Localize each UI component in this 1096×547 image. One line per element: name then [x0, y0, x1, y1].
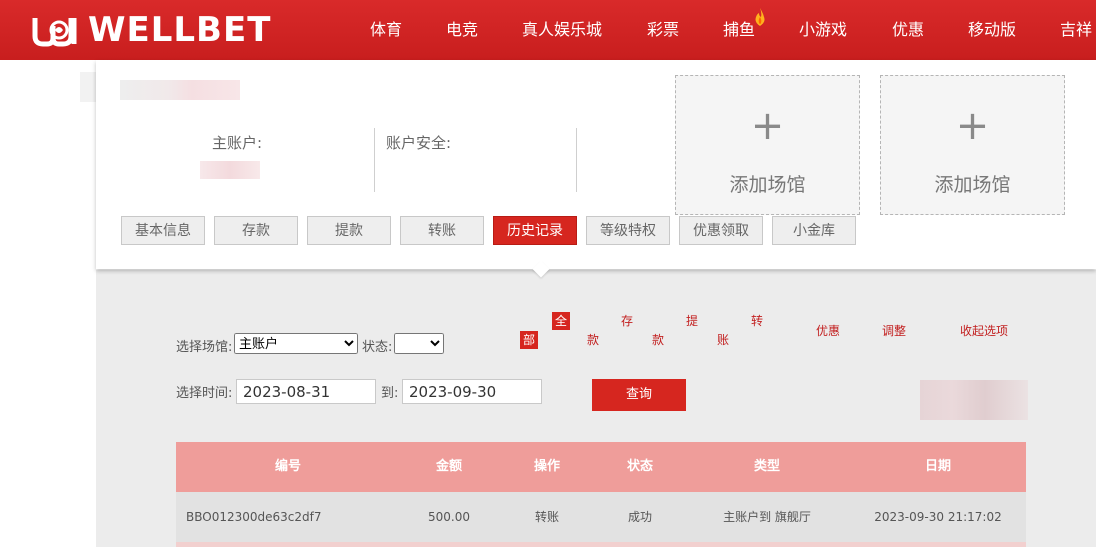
nav-mini-games[interactable]: 小游戏 [799, 0, 847, 60]
add-venue-label: 添加场馆 [729, 174, 806, 196]
end-date-input[interactable] [402, 379, 542, 404]
tab-deposit[interactable]: 存款 [214, 216, 298, 245]
nav-live-casino[interactable]: 真人娱乐城 [522, 0, 602, 60]
time-label: 选择时间: [176, 386, 233, 401]
plus-icon: + [750, 103, 785, 149]
divider [576, 128, 577, 192]
header-type: 类型 [753, 459, 780, 474]
tab-transfer[interactable]: 转账 [400, 216, 484, 245]
top-nav-bar: WELLBET 体育 电竞 真人娱乐城 彩票 捕鱼 小游戏 优惠 移动版 吉祥 [0, 0, 1096, 60]
venue-select-label: 选择场馆: [176, 340, 233, 355]
tab-withdraw[interactable]: 提款 [307, 216, 391, 245]
blurred-balance [200, 161, 260, 179]
start-date-input[interactable] [236, 379, 376, 404]
cell-status: 成功 [627, 510, 652, 524]
nav-lottery[interactable]: 彩票 [647, 0, 679, 60]
blurred-banner [920, 380, 1028, 420]
plus-icon: + [955, 103, 990, 149]
filter-adjust[interactable]: 调整 [882, 322, 906, 339]
header-date: 日期 [924, 459, 951, 474]
to-label: 到: [381, 386, 399, 401]
tab-history[interactable]: 历史记录 [493, 216, 577, 245]
header-action: 操作 [533, 459, 560, 474]
add-venue-label: 添加场馆 [934, 174, 1011, 196]
query-button[interactable]: 查询 [592, 379, 686, 411]
cell-action: 转账 [534, 510, 559, 524]
tab-vault[interactable]: 小金库 [772, 216, 856, 245]
nav-promotions[interactable]: 优惠 [892, 0, 924, 60]
cell-amount: 500.00 [428, 510, 470, 524]
logo-text: WELLBET [88, 10, 272, 50]
filter-deposit[interactable]: 款 [587, 333, 599, 347]
nav-jixiang[interactable]: 吉祥 [1060, 0, 1092, 60]
filter-all-top[interactable]: 全 [552, 312, 570, 330]
wellbet-logo[interactable]: WELLBET [32, 10, 271, 50]
tab-basic-info[interactable]: 基本信息 [121, 216, 205, 245]
nav-esports[interactable]: 电竞 [446, 0, 478, 60]
blurred-username [120, 80, 240, 100]
nav-mobile[interactable]: 移动版 [968, 0, 1016, 60]
filter-withdraw[interactable]: 款 [652, 333, 664, 347]
fire-icon [755, 8, 765, 26]
tab-vip-privileges[interactable]: 等级特权 [586, 216, 670, 245]
header-status: 状态 [626, 459, 653, 474]
filter-transfer[interactable]: 转 [751, 314, 763, 328]
venue-select[interactable]: 主账户 [234, 333, 358, 354]
filter-withdraw[interactable]: 提 [686, 314, 698, 328]
filter-transfer[interactable]: 账 [717, 333, 729, 347]
header-id: 编号 [274, 459, 301, 474]
nav-sports[interactable]: 体育 [370, 0, 402, 60]
main-account-label: 主账户: [212, 134, 263, 152]
account-security-label: 账户安全: [386, 134, 452, 152]
header-amount: 金额 [435, 459, 462, 474]
cell-date: 2023-09-30 21:17:02 [874, 510, 1002, 524]
add-venue-button[interactable]: + 添加场馆 [675, 75, 860, 215]
cell-type: 主账户到 旗舰厅 [723, 510, 811, 524]
status-select[interactable] [394, 333, 444, 354]
filter-all-bottom[interactable]: 部 [520, 331, 538, 349]
logo-mark-icon [32, 18, 77, 47]
cell-id: BBO012300de63c2df7 [186, 510, 322, 524]
nav-fishing[interactable]: 捕鱼 [723, 0, 755, 60]
divider [374, 128, 375, 192]
table-header: 编号 金额 操作 状态 类型 日期 [176, 442, 1026, 492]
table-row: BBO012300de63c2df7 500.00 转账 成功 主账户到 旗舰厅… [176, 492, 1026, 542]
filter-promo[interactable]: 优惠 [816, 322, 840, 339]
filter-deposit[interactable]: 存 [621, 314, 633, 328]
add-venue-button[interactable]: + 添加场馆 [880, 75, 1065, 215]
table-row-partial [176, 542, 1026, 547]
status-select-label: 状态: [362, 340, 393, 355]
tab-claim-promotions[interactable]: 优惠领取 [679, 216, 763, 245]
collapse-options-link[interactable]: 收起选项 [960, 322, 1008, 339]
